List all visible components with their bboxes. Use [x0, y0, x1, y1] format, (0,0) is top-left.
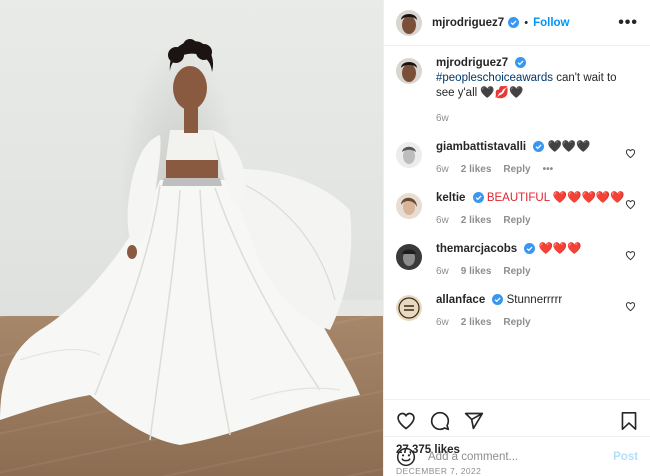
share-icon[interactable] [464, 411, 484, 431]
comment-username[interactable]: allanface [436, 294, 485, 306]
comment-icon[interactable] [430, 411, 450, 431]
comment-username[interactable]: themarcjacobs [436, 243, 517, 255]
caption-avatar[interactable] [396, 58, 422, 84]
comment-input[interactable] [428, 450, 614, 463]
caption-age[interactable]: 6w [436, 111, 449, 126]
commenter-avatar[interactable] [396, 244, 422, 270]
commenter-avatar[interactable] [396, 193, 422, 219]
bookmark-icon[interactable] [620, 411, 638, 431]
author-username[interactable]: mjrodriguez7 [432, 17, 504, 29]
comment-text: Stunnerrrrr [506, 294, 563, 306]
comment-text: ❤️❤️❤️ [538, 243, 582, 255]
separator-dot: • [524, 16, 529, 29]
caption-emojis: 🖤💋🖤 [480, 87, 524, 99]
verified-badge-icon [508, 17, 520, 28]
follow-button[interactable]: Follow [533, 17, 569, 29]
commenter-avatar[interactable] [396, 142, 422, 168]
comment-item: giambattistavalli 🖤🖤🖤 6w 2 likes Reply •… [396, 140, 638, 177]
add-comment-bar: Post [384, 436, 650, 476]
comment-age[interactable]: 6w [436, 213, 449, 228]
post-comment-button[interactable]: Post [613, 451, 638, 463]
caption-username[interactable]: mjrodriguez7 [436, 57, 508, 69]
comment-likes[interactable]: 9 likes [461, 264, 492, 279]
comment-likes[interactable]: 2 likes [461, 162, 492, 177]
comment-age[interactable]: 6w [436, 315, 449, 330]
reply-button[interactable]: Reply [503, 315, 530, 330]
reply-button[interactable]: Reply [503, 264, 530, 279]
post-header: mjrodriguez7 • Follow ••• [384, 0, 650, 46]
comment-text: 🖤🖤🖤 [547, 141, 591, 153]
comment-likes[interactable]: 2 likes [461, 213, 492, 228]
comment-username[interactable]: keltie [436, 192, 465, 204]
caption: mjrodriguez7 #peopleschoiceawards can't … [396, 56, 638, 126]
comment-item: keltie BEAUTIFUL ❤️❤️❤️❤️❤️ 6w 2 likes R… [396, 191, 638, 228]
heart-icon[interactable] [396, 411, 416, 431]
comment-age[interactable]: 6w [436, 264, 449, 279]
reply-button[interactable]: Reply [503, 162, 530, 177]
comment-username[interactable]: giambattistavalli [436, 141, 526, 153]
comment-more-icon[interactable]: ••• [543, 162, 554, 177]
comment-likes[interactable]: 2 likes [461, 315, 492, 330]
emoji-icon[interactable] [396, 447, 416, 467]
comment-age[interactable]: 6w [436, 162, 449, 177]
comment-heart-icon[interactable] [625, 301, 636, 312]
comment-heart-icon[interactable] [625, 148, 636, 159]
commenter-avatar[interactable] [396, 295, 422, 321]
gown-figure [0, 39, 360, 445]
reply-button[interactable]: Reply [503, 213, 530, 228]
comment-heart-icon[interactable] [625, 250, 636, 261]
verified-badge-icon [492, 294, 504, 305]
post-image[interactable] [0, 0, 383, 476]
comments-list: mjrodriguez7 #peopleschoiceawards can't … [384, 46, 650, 399]
verified-badge-icon [533, 141, 545, 152]
more-options-icon[interactable]: ••• [618, 14, 638, 32]
comment-heart-icon[interactable] [625, 199, 636, 210]
caption-hashtag[interactable]: #peopleschoiceawards [436, 72, 553, 84]
verified-badge-icon [515, 57, 527, 68]
verified-badge-icon [524, 243, 536, 254]
comment-item: allanface Stunnerrrrr 6w 2 likes Reply [396, 293, 638, 330]
author-avatar[interactable] [396, 9, 422, 36]
verified-badge-icon [472, 192, 484, 203]
comment-item: themarcjacobs ❤️❤️❤️ 6w 9 likes Reply [396, 242, 638, 279]
comment-text: BEAUTIFUL ❤️❤️❤️❤️❤️ [486, 192, 625, 204]
post-side-panel: mjrodriguez7 • Follow ••• mjrodriguez7 #… [383, 0, 650, 476]
